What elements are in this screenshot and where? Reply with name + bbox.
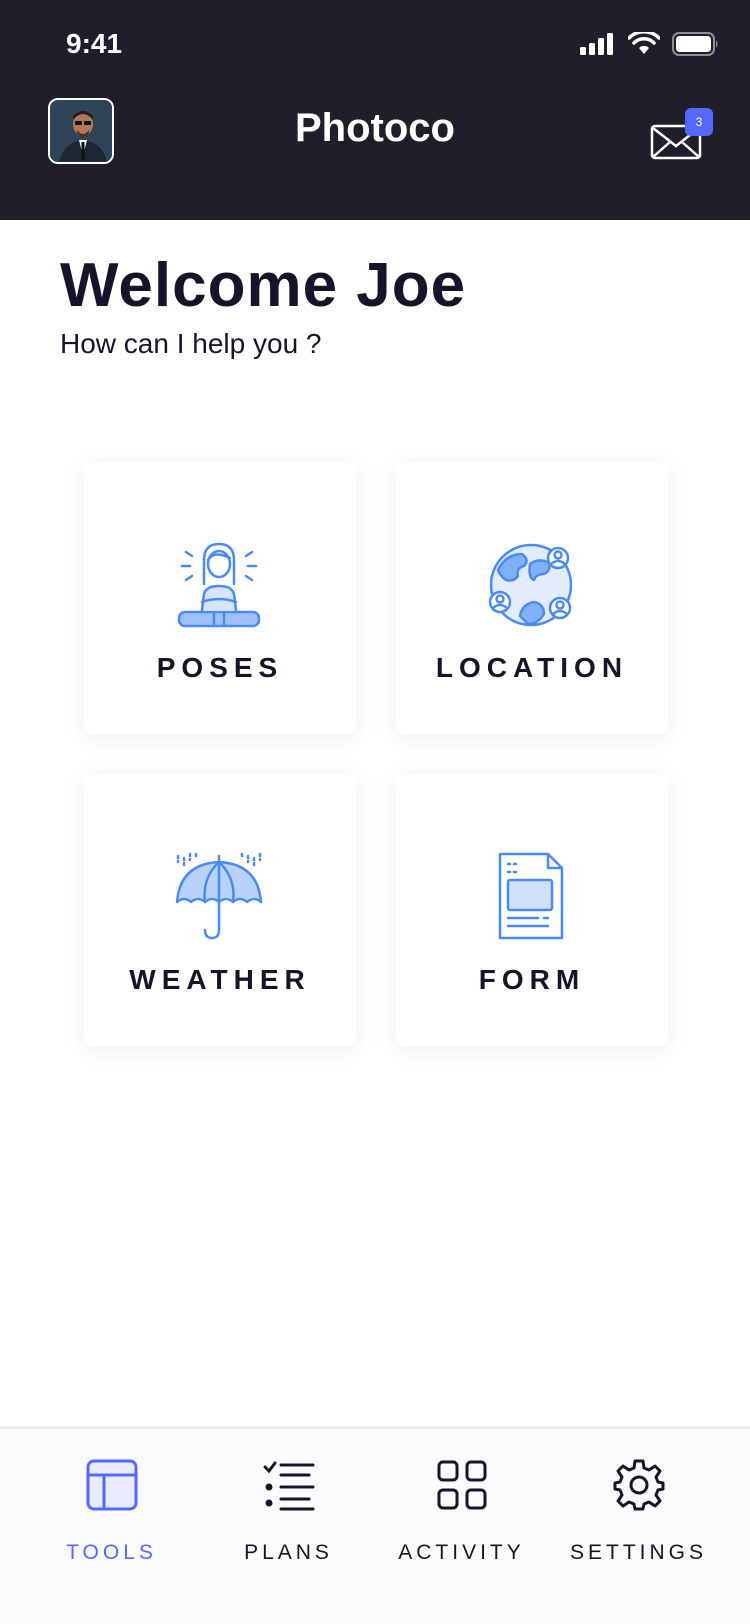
wifi-icon	[628, 32, 660, 54]
form-card[interactable]: FORM	[396, 774, 668, 1046]
card-label: LOCATION	[435, 652, 629, 683]
tab-label: PLANS	[244, 1541, 333, 1564]
umbrella-rain-icon	[175, 852, 263, 940]
status-time: 9:41	[66, 28, 123, 59]
gear-icon	[613, 1459, 665, 1511]
tab-label: TOOLS	[66, 1541, 157, 1564]
meditation-person-icon	[177, 542, 261, 628]
card-label: POSES	[156, 652, 284, 683]
weather-card[interactable]: WEATHER	[84, 774, 356, 1046]
card-label: WEATHER	[129, 964, 311, 995]
bottom-tab-bar: TOOLS PLANS ACTIVITY SETTINGS	[0, 1426, 750, 1624]
globe-users-icon	[488, 543, 573, 627]
grid-icon	[437, 1460, 487, 1510]
welcome-subtitle: How can I help you ?	[60, 328, 322, 359]
battery-icon	[672, 32, 718, 56]
card-label: FORM	[478, 964, 586, 995]
cellular-signal-icon	[580, 33, 613, 55]
messages-button[interactable]: 3	[650, 108, 720, 168]
welcome-title: Welcome Joe	[60, 251, 467, 320]
tab-label: ACTIVITY	[398, 1541, 525, 1564]
tab-settings[interactable]: SETTINGS	[545, 1429, 732, 1624]
tab-plans[interactable]: PLANS	[195, 1429, 382, 1624]
tab-label: SETTINGS	[569, 1541, 707, 1564]
app-header: 9:41 Photoco 3	[0, 0, 750, 220]
tab-tools[interactable]: TOOLS	[18, 1429, 205, 1624]
notification-badge: 3	[685, 108, 713, 136]
layout-icon	[86, 1459, 138, 1511]
status-icons	[580, 32, 720, 56]
location-card[interactable]: LOCATION	[396, 462, 668, 734]
poses-card[interactable]: POSES	[84, 462, 356, 734]
document-form-icon	[498, 852, 564, 940]
tab-activity[interactable]: ACTIVITY	[368, 1429, 555, 1624]
app-title: Photoco	[295, 106, 455, 150]
checklist-icon	[263, 1461, 315, 1511]
